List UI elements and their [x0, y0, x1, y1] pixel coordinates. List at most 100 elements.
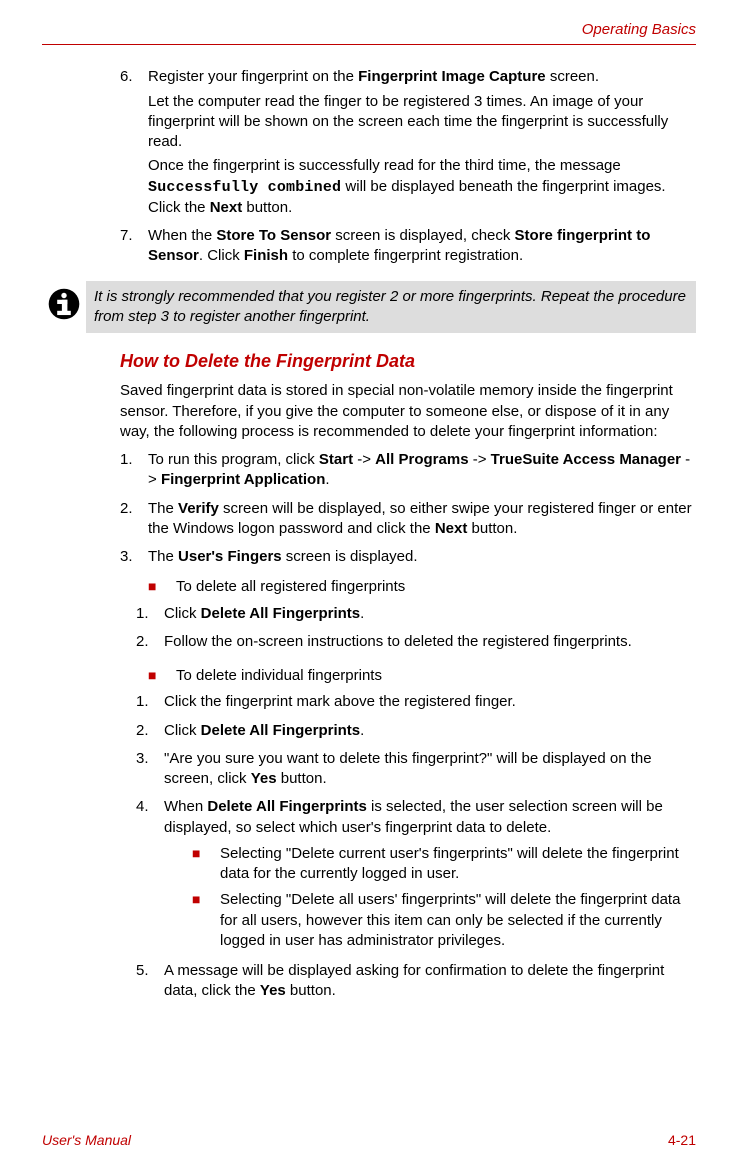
delete-step-3-text: The User's Fingers screen is displayed.: [148, 547, 696, 567]
step-6-para3: Once the fingerprint is successfully rea…: [148, 156, 696, 218]
bullet-delete-individual: ■ To delete individual fingerprints: [120, 666, 696, 686]
bullet-a-step-2: 2. Follow the on-screen instructions to …: [136, 632, 696, 656]
footer-page-number: 4-21: [668, 1131, 696, 1150]
bullet-b-step-5: 5. A message will be displayed asking fo…: [136, 961, 696, 1006]
text: "Are you sure you want to delete this fi…: [164, 750, 652, 787]
text-bold: Next: [210, 199, 243, 216]
text-bold: Yes: [260, 982, 286, 999]
text: ->: [469, 451, 491, 468]
delete-step-2: 2. The Verify screen will be displayed, …: [120, 499, 696, 544]
info-icon: [42, 281, 86, 321]
note-callout: It is strongly recommended that you regi…: [42, 281, 696, 334]
bullet-b-step-1: 1. Click the fingerprint mark above the …: [136, 692, 696, 716]
text: When the: [148, 227, 216, 244]
note-text: It is strongly recommended that you regi…: [86, 281, 696, 334]
list-number: 2.: [120, 499, 148, 544]
bullet-delete-individual-label: To delete individual fingerprints: [176, 666, 696, 686]
intro-paragraph: Saved fingerprint data is stored in spec…: [120, 381, 696, 442]
text-bold: Next: [435, 520, 468, 537]
bullet-delete-all-label: To delete all registered fingerprints: [176, 577, 696, 597]
text: .: [360, 722, 364, 739]
step-7-text: When the Store To Sensor screen is displ…: [148, 226, 696, 267]
bullet-icon: ■: [148, 577, 176, 597]
text: Follow the on-screen instructions to del…: [164, 632, 696, 652]
list-number: 2.: [136, 721, 164, 745]
text-bold: Delete All Fingerprints: [201, 605, 360, 622]
list-number: 5.: [136, 961, 164, 1006]
list-number: 3.: [120, 547, 148, 571]
delete-step-1: 1. To run this program, click Start -> A…: [120, 450, 696, 495]
text: .: [360, 605, 364, 622]
text: Selecting "Delete all users' fingerprint…: [220, 890, 696, 951]
step-6: 6. Register your fingerprint on the Fing…: [120, 67, 696, 222]
page-footer: User's Manual 4-21: [42, 1131, 696, 1150]
step-6-number: 6.: [120, 67, 148, 222]
step-7: 7. When the Store To Sensor screen is di…: [120, 226, 696, 271]
bullet-b-step-4: 4. When Delete All Fingerprints is selec…: [136, 797, 696, 957]
list-number: 4.: [136, 797, 164, 957]
text: A message will be displayed asking for c…: [164, 961, 696, 1002]
bullet-b-step-2: 2. Click Delete All Fingerprints.: [136, 721, 696, 745]
text-bold: Delete All Fingerprints: [201, 722, 360, 739]
bullet-b-step-3: 3. "Are you sure you want to delete this…: [136, 749, 696, 794]
text: The: [148, 500, 178, 517]
text-bold: Delete All Fingerprints: [207, 798, 366, 815]
text: Click the fingerprint mark above the reg…: [164, 692, 696, 712]
text: The: [148, 548, 178, 565]
text-bold: Verify: [178, 500, 219, 517]
text-mono: Successfully combined: [148, 179, 341, 196]
delete-step-3: 3. The User's Fingers screen is displaye…: [120, 547, 696, 571]
text: screen.: [546, 68, 599, 85]
delete-step-1-text: To run this program, click Start -> All …: [148, 450, 696, 491]
list-number: 1.: [120, 450, 148, 495]
text: screen is displayed.: [282, 548, 418, 565]
text: Click Delete All Fingerprints.: [164, 604, 696, 624]
text: "Are you sure you want to delete this fi…: [164, 749, 696, 790]
step-6-line1: Register your fingerprint on the Fingerp…: [148, 67, 696, 87]
text: To run this program, click: [148, 451, 319, 468]
text-bold: Store To Sensor: [216, 227, 331, 244]
step-6-para2: Let the computer read the finger to be r…: [148, 92, 696, 153]
text: button.: [242, 199, 292, 216]
text: button.: [467, 520, 517, 537]
header-section-title: Operating Basics: [42, 20, 696, 44]
text: Click: [164, 722, 201, 739]
text: screen will be displayed, so either swip…: [148, 500, 692, 537]
text: .: [325, 471, 329, 488]
text: button.: [277, 770, 327, 787]
section-heading: How to Delete the Fingerprint Data: [120, 349, 696, 373]
text-bold: Yes: [251, 770, 277, 787]
text-bold: Finish: [244, 247, 288, 264]
list-number: 1.: [136, 692, 164, 716]
list-number: 3.: [136, 749, 164, 794]
bullet-a-step-1: 1. Click Delete All Fingerprints.: [136, 604, 696, 628]
text: button.: [286, 982, 336, 999]
bullet-icon: ■: [192, 890, 220, 951]
text-bold: All Programs: [375, 451, 468, 468]
text-bold: User's Fingers: [178, 548, 282, 565]
text-bold: TrueSuite Access Manager: [491, 451, 681, 468]
list-number: 2.: [136, 632, 164, 656]
text: to complete fingerprint registration.: [288, 247, 523, 264]
text-bold: Fingerprint Application: [161, 471, 325, 488]
bullet-delete-all: ■ To delete all registered fingerprints: [120, 577, 696, 597]
header-rule: [42, 44, 696, 45]
text-bold: Start: [319, 451, 353, 468]
text: Once the fingerprint is successfully rea…: [148, 157, 621, 174]
text: Click Delete All Fingerprints.: [164, 721, 696, 741]
text: . Click: [199, 247, 244, 264]
bullet-icon: ■: [148, 666, 176, 686]
sub-bullet-all-users: ■ Selecting "Delete all users' fingerpri…: [192, 890, 696, 951]
list-number: 1.: [136, 604, 164, 628]
sub-bullet-current-user: ■ Selecting "Delete current user's finge…: [192, 844, 696, 885]
footer-left: User's Manual: [42, 1131, 131, 1150]
text: screen is displayed, check: [331, 227, 514, 244]
step-7-number: 7.: [120, 226, 148, 271]
text: Selecting "Delete current user's fingerp…: [220, 844, 696, 885]
text: Register your fingerprint on the: [148, 68, 358, 85]
delete-step-2-text: The Verify screen will be displayed, so …: [148, 499, 696, 540]
text: Click: [164, 605, 201, 622]
bullet-icon: ■: [192, 844, 220, 885]
text-bold: Fingerprint Image Capture: [358, 68, 546, 85]
text: A message will be displayed asking for c…: [164, 962, 664, 999]
